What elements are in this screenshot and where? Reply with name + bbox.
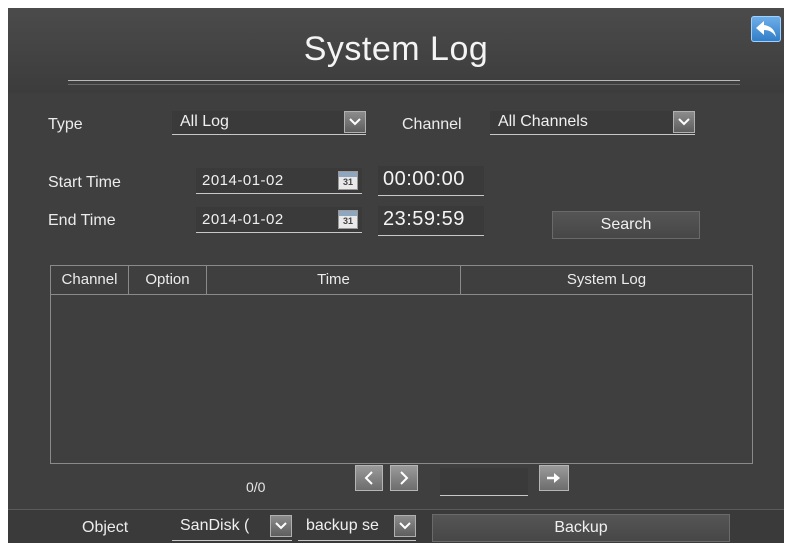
page-title: System Log [303, 30, 489, 68]
page-indicator: 0/0 [246, 479, 266, 495]
table-body [51, 295, 752, 463]
title-divider [68, 80, 740, 81]
backup-bar: Object SanDisk ( backup se Backup [8, 509, 784, 543]
type-select[interactable]: All Log [172, 111, 366, 135]
log-table: Channel Option Time System Log [50, 265, 753, 464]
calendar-icon[interactable]: 31 [338, 171, 358, 190]
column-header-channel[interactable]: Channel [51, 266, 129, 294]
calendar-icon[interactable]: 31 [338, 210, 358, 229]
backup-button[interactable]: Backup [432, 514, 730, 542]
backup-type-value: backup se [306, 517, 379, 534]
back-button[interactable] [751, 16, 781, 42]
start-time-field[interactable]: 00:00:00 [378, 166, 484, 196]
end-date-field[interactable]: 2014-01-02 31 [196, 207, 362, 233]
start-date-value: 2014-01-02 [202, 172, 284, 189]
page-number-input[interactable] [440, 468, 528, 496]
next-page-button[interactable] [390, 465, 418, 491]
system-log-window: System Log Type All Log Channel All Chan… [8, 8, 784, 543]
table-header: Channel Option Time System Log [51, 266, 752, 295]
end-time-field[interactable]: 23:59:59 [378, 206, 484, 236]
arrow-right-icon [547, 473, 560, 483]
chevron-left-icon [364, 471, 373, 485]
column-header-option[interactable]: Option [129, 266, 207, 294]
device-select-value: SanDisk ( [180, 517, 250, 534]
type-label: Type [48, 116, 83, 133]
column-header-time[interactable]: Time [207, 266, 461, 294]
start-time-label: Start Time [48, 174, 121, 191]
start-date-field[interactable]: 2014-01-02 31 [196, 168, 362, 194]
type-select-value: All Log [180, 113, 229, 130]
channel-select[interactable]: All Channels [490, 111, 695, 135]
backup-type-select[interactable]: backup se [298, 515, 416, 541]
title-bar: System Log [8, 8, 784, 93]
chevron-down-icon[interactable] [673, 111, 695, 133]
chevron-down-icon[interactable] [344, 111, 366, 133]
column-header-system-log[interactable]: System Log [461, 266, 752, 294]
back-arrow-icon [756, 21, 776, 37]
object-label: Object [82, 519, 129, 536]
chevron-right-icon [400, 471, 409, 485]
end-time-value: 23:59:59 [383, 208, 465, 230]
search-button[interactable]: Search [552, 211, 700, 239]
start-time-value: 00:00:00 [383, 168, 465, 190]
title-divider-shadow [68, 84, 740, 85]
channel-select-value: All Channels [498, 113, 588, 130]
prev-page-button[interactable] [355, 465, 383, 491]
go-page-button[interactable] [539, 465, 569, 491]
channel-label: Channel [402, 116, 462, 133]
device-select[interactable]: SanDisk ( [172, 515, 292, 541]
chevron-down-icon[interactable] [394, 515, 416, 537]
end-time-label: End Time [48, 212, 116, 229]
chevron-down-icon[interactable] [270, 515, 292, 537]
end-date-value: 2014-01-02 [202, 211, 284, 228]
